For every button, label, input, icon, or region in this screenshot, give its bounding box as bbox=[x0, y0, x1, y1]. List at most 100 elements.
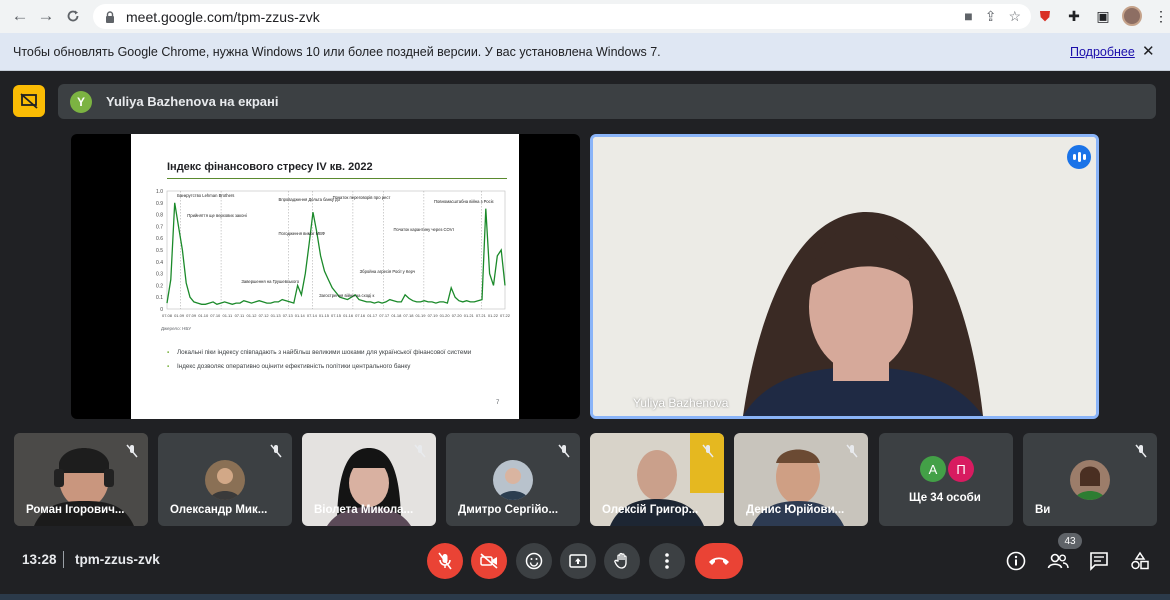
camera-toggle-button[interactable] bbox=[471, 543, 507, 579]
slide-title: Індекс фінансового стресу IV кв. 2022 bbox=[167, 161, 373, 173]
bookmark-star-icon[interactable]: ☆ bbox=[1008, 8, 1021, 25]
speaker-video bbox=[593, 137, 1096, 416]
activities-button[interactable] bbox=[1128, 549, 1152, 573]
raise-hand-button[interactable] bbox=[604, 543, 640, 579]
close-icon[interactable]: ✕ bbox=[1142, 42, 1155, 60]
back-icon[interactable]: ← bbox=[8, 4, 32, 28]
menu-kebab-icon[interactable]: ⋮ bbox=[1151, 6, 1170, 26]
x-tick-label: 01.16 bbox=[343, 313, 354, 318]
profile-avatar[interactable] bbox=[1122, 6, 1142, 26]
x-tick-label: 01.19 bbox=[415, 313, 426, 318]
address-bar[interactable]: meet.google.com/tpm-zzus-zvk ■ ⇪ ☆ bbox=[93, 4, 1031, 29]
infobar-details-link[interactable]: Подробнее bbox=[1070, 45, 1135, 59]
mic-off-icon bbox=[414, 444, 426, 458]
infobar-message: Чтобы обновлять Google Chrome, нужна Win… bbox=[13, 44, 661, 59]
reactions-button[interactable] bbox=[516, 543, 552, 579]
participant-tile[interactable]: Роман Ігорович... bbox=[14, 433, 148, 526]
x-tick-label: 07.10 bbox=[210, 313, 221, 318]
chat-button[interactable] bbox=[1087, 549, 1111, 573]
mic-toggle-button[interactable] bbox=[427, 543, 463, 579]
y-tick-label: 0.3 bbox=[156, 272, 163, 278]
more-participants-label: Ще 34 особи bbox=[909, 492, 981, 504]
x-tick-label: 01.14 bbox=[295, 313, 306, 318]
screen-share-tile[interactable]: Індекс фінансового стресу IV кв. 2022 00… bbox=[71, 134, 580, 419]
lock-icon bbox=[106, 10, 114, 23]
slide-page-number: 7 bbox=[496, 400, 500, 406]
presenter-text: Yuliya Bazhenova на екрані bbox=[106, 94, 279, 109]
hang-up-icon bbox=[709, 557, 729, 565]
avatar: Y bbox=[70, 90, 92, 113]
chart-annotation: Початок переговорів про рестПочаток пере… bbox=[333, 195, 391, 200]
participant-tile[interactable]: Олександр Мик... bbox=[158, 433, 292, 526]
present-button[interactable] bbox=[560, 543, 596, 579]
kebab-icon bbox=[665, 553, 669, 569]
participant-chip: А bbox=[920, 456, 946, 482]
slide-title-rule bbox=[167, 178, 507, 179]
url-text: meet.google.com/tpm-zzus-zvk bbox=[126, 8, 320, 25]
x-tick-label: 07.21 bbox=[476, 313, 487, 318]
people-button[interactable] bbox=[1046, 549, 1070, 573]
presenter-banner: Y Yuliya Bazhenova на екрані bbox=[58, 84, 1156, 119]
mic-off-icon bbox=[1135, 444, 1147, 458]
stress-index-chart: 00.10.20.30.40.50.60.70.80.91.007.08 01.0… bbox=[156, 189, 511, 318]
participant-tile[interactable]: Віолета Микола... bbox=[302, 433, 436, 526]
camera-icon[interactable]: ■ bbox=[964, 8, 972, 25]
people-count-badge: 43 bbox=[1058, 533, 1082, 549]
extension-shield-icon[interactable]: ⛊ bbox=[1035, 6, 1055, 26]
x-tick-label: 01.10 bbox=[198, 313, 209, 318]
participant-tile[interactable]: Дмитро Сергійо... bbox=[446, 433, 580, 526]
meeting-code: tpm-zzus-zvk bbox=[75, 552, 160, 567]
x-tick-label: 01.17 bbox=[367, 313, 378, 318]
participant-chip: П bbox=[948, 456, 974, 482]
extensions-puzzle-icon[interactable]: ✚ bbox=[1064, 6, 1084, 26]
leave-call-button[interactable] bbox=[695, 543, 743, 579]
self-tile[interactable]: Ви bbox=[1023, 433, 1157, 526]
x-tick-label: 01.12 bbox=[246, 313, 257, 318]
x-tick-label: 01.21 bbox=[464, 313, 475, 318]
participant-name: Віолета Микола... bbox=[314, 504, 414, 516]
x-tick-label: 07.12 bbox=[259, 313, 270, 318]
chart-source: Джерело: НБУ bbox=[161, 326, 192, 331]
info-icon bbox=[1006, 551, 1026, 571]
meeting-details-button[interactable] bbox=[1004, 549, 1028, 573]
participant-name: Дмитро Сергійо... bbox=[458, 504, 559, 516]
more-options-button[interactable] bbox=[649, 543, 685, 579]
slide-bullet: Локальні піки індексу співпадають з найб… bbox=[167, 348, 497, 357]
windows-taskbar-edge bbox=[0, 594, 1170, 600]
more-participants-tile[interactable]: А П Ще 34 особи bbox=[879, 433, 1013, 526]
x-tick-label: 07.09 bbox=[186, 313, 197, 318]
participant-name: Роман Ігорович... bbox=[26, 504, 125, 516]
y-tick-label: 0.6 bbox=[156, 236, 163, 242]
mic-off-icon bbox=[558, 444, 570, 458]
avatar bbox=[205, 460, 245, 500]
avatar bbox=[493, 460, 533, 500]
speaker-video-tile[interactable]: Yuliya Bazhenova bbox=[590, 134, 1099, 419]
participant-name: Олексій Григор... bbox=[602, 504, 699, 516]
x-tick-label: 07.22 bbox=[500, 313, 511, 318]
speaker-name: Yuliya Bazhenova bbox=[633, 396, 729, 410]
y-tick-label: 0.5 bbox=[156, 248, 163, 254]
side-panel-icon[interactable]: ▣ bbox=[1093, 6, 1113, 26]
share-icon[interactable]: ⇪ bbox=[985, 8, 997, 25]
people-icon bbox=[1047, 553, 1069, 569]
x-tick-label: 01.15 bbox=[319, 313, 330, 318]
y-tick-label: 1.0 bbox=[156, 189, 163, 195]
chart-annotation: Початок карантину через COVIПочаток кара… bbox=[393, 227, 453, 232]
stop-presenting-icon[interactable] bbox=[13, 85, 45, 117]
y-tick-label: 0.9 bbox=[156, 201, 163, 207]
forward-icon[interactable]: → bbox=[34, 4, 58, 28]
participant-tile[interactable]: Денис Юрійови... bbox=[734, 433, 868, 526]
participant-tile[interactable]: Олексій Григор... bbox=[590, 433, 724, 526]
chart-annotation: Впровадження Дельта банку доВпровадження… bbox=[279, 197, 341, 202]
emoji-icon bbox=[525, 552, 543, 570]
update-infobar: Чтобы обновлять Google Chrome, нужна Win… bbox=[0, 33, 1170, 71]
participant-name: Олександр Мик... bbox=[170, 504, 268, 516]
avatar bbox=[1070, 460, 1110, 500]
stress-index-series-line bbox=[166, 202, 506, 306]
x-tick-label: 07.16 bbox=[355, 313, 366, 318]
mic-off-icon bbox=[846, 444, 858, 458]
reload-icon[interactable] bbox=[61, 4, 85, 28]
chart-annotation: Завершення на ГрушевськогоЗавершення на … bbox=[241, 279, 299, 284]
x-tick-label: 07.08 bbox=[162, 313, 173, 318]
camera-off-icon bbox=[480, 553, 498, 569]
